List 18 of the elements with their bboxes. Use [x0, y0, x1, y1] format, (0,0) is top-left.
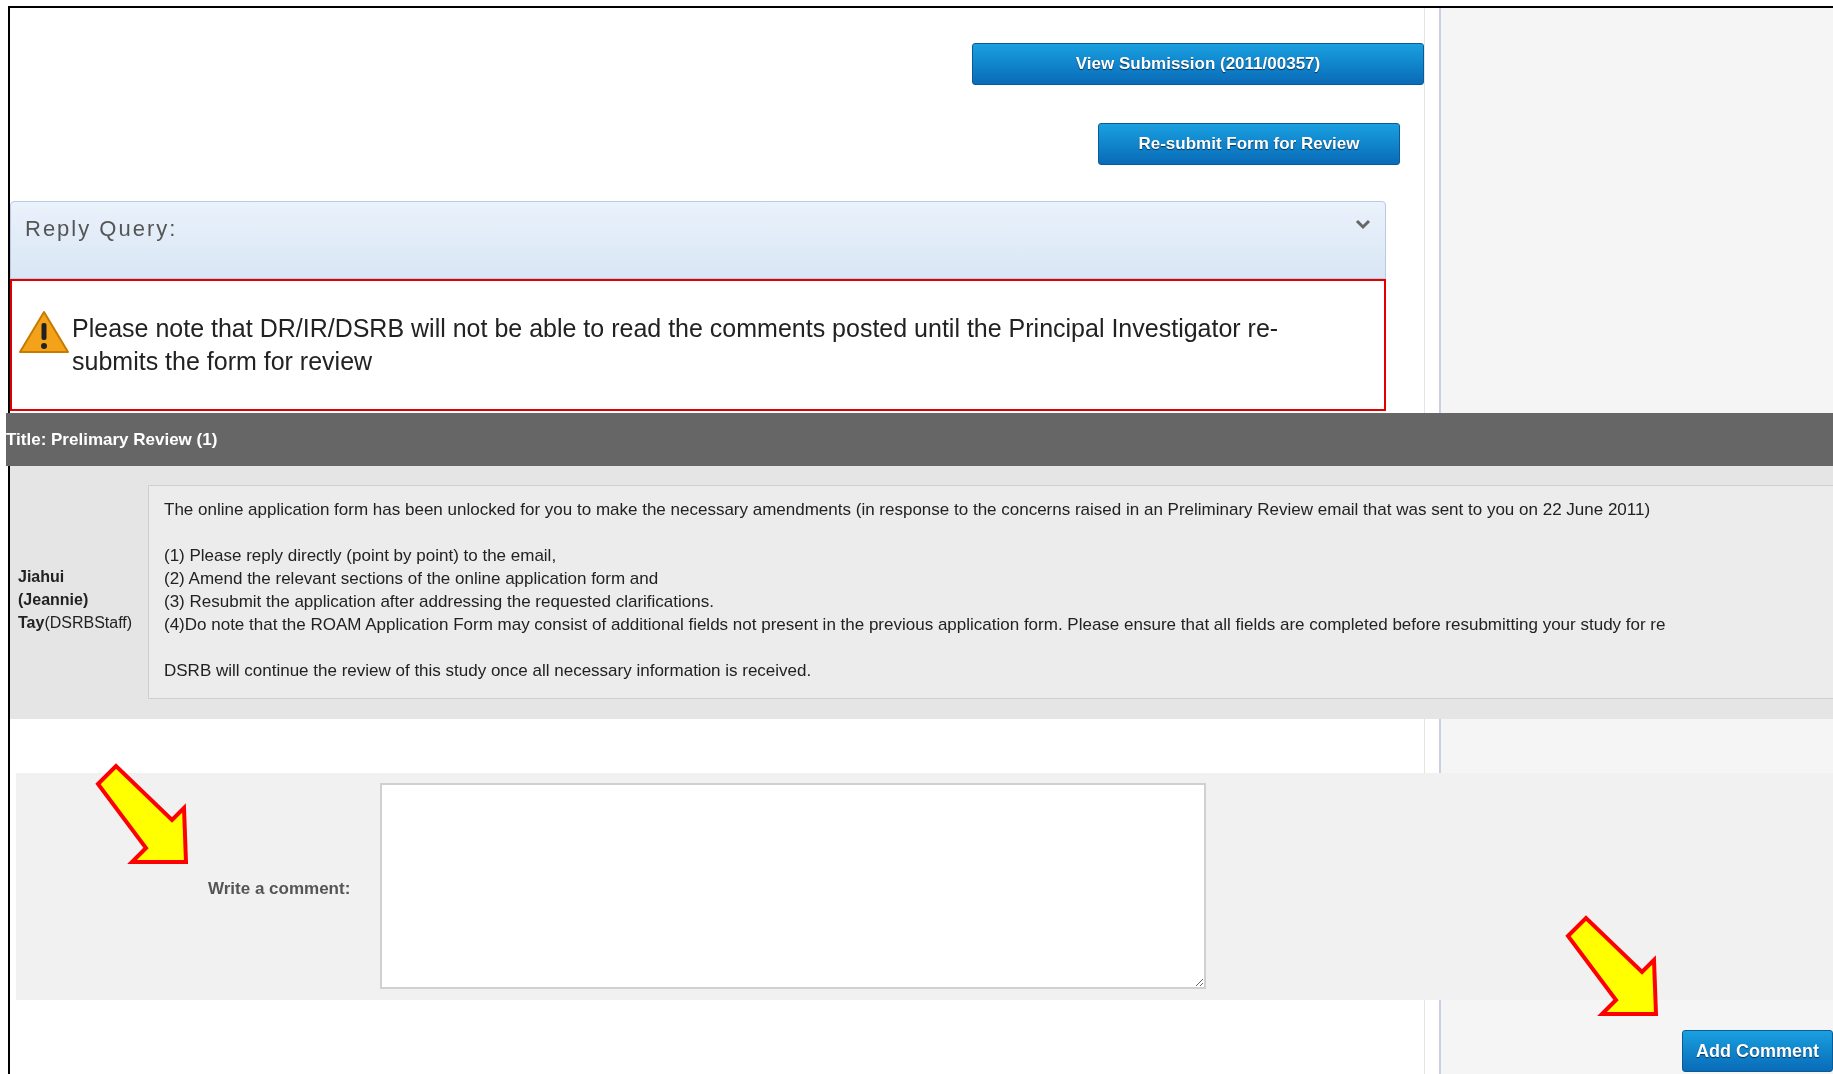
chevron-down-icon[interactable] — [1355, 218, 1371, 230]
header-button[interactable]: View Submission (2011/00357) — [972, 43, 1424, 85]
comment-field[interactable] — [380, 783, 1207, 989]
warning-icon — [18, 309, 70, 355]
comment-label: Write a comment: — [208, 878, 351, 900]
comment-line: The online application form has been unlocked for you to make the necessary amendments (in response to the concerns raised in an Preliminary Review email that was sent to you on 22 June 2011) — [164, 499, 1652, 521]
comment-line: (1) Please reply directly (point by point) to the email, — [164, 545, 558, 567]
comment-line: DSRB will continue the review of this study once all necessary information is received. — [164, 660, 813, 682]
comment-line: (4)Do note that the ROAM Application Form may consist of additional fields not present in the previous application form. Please ensure that all fields are completed before resubmitting your study for re — [164, 614, 1667, 636]
author-name: Jiahui (Jeannie) Tay(DSRBStaff) — [18, 567, 134, 633]
header-button[interactable]: Re-submit Form for Review — [1098, 123, 1400, 165]
comment-line: (2) Amend the relevant sections of the online application form and — [164, 568, 660, 590]
notice-text: Please note that DR/IR/DSRB will not be able to read the comments posted until the Principal Investigator re-submits the form for review — [72, 313, 1280, 377]
panel-title: Reply Query: — [25, 215, 178, 243]
comment-line: (3) Resubmit the application after addressing the requested clarifications. — [164, 591, 715, 613]
thread-title: Title: Prelimary Review (1) — [6, 428, 218, 451]
reply-panel-header[interactable]: Reply Query: — [10, 201, 1386, 279]
add-comment-button[interactable]: Add Comment — [1682, 1030, 1833, 1072]
